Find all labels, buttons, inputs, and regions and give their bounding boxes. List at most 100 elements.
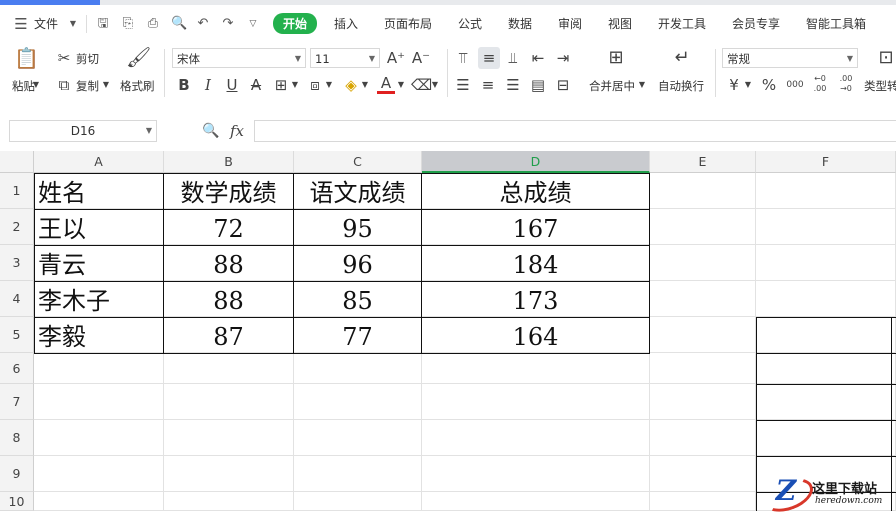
cell-d5[interactable]: 164 xyxy=(422,317,650,353)
cell-b5[interactable]: 87 xyxy=(164,317,294,353)
column-header-d[interactable]: D xyxy=(422,151,650,173)
cell-d3[interactable]: 184 xyxy=(422,245,650,281)
merge-center-icon[interactable]: ⊞ xyxy=(604,49,628,67)
paste-icon[interactable]: 📋 xyxy=(14,48,39,68)
redo-icon[interactable]: ↷ xyxy=(221,17,235,31)
increase-decimal-icon[interactable]: ←0 .00 xyxy=(810,74,830,94)
cell-e4[interactable] xyxy=(650,281,756,317)
cut-button[interactable]: 剪切 xyxy=(76,51,99,67)
tab-review[interactable]: 审阅 xyxy=(558,15,582,32)
cell-f4[interactable] xyxy=(756,281,896,317)
cell-a1[interactable]: 姓名 xyxy=(34,173,164,209)
increase-font-icon[interactable]: A⁺ xyxy=(386,49,406,67)
cell-f2[interactable] xyxy=(756,209,896,245)
cell-e1[interactable] xyxy=(650,173,756,209)
cell-a3[interactable]: 青云 xyxy=(34,245,164,281)
chevron-down-icon[interactable]: ▼ xyxy=(396,76,406,94)
row-header-9[interactable]: 9 xyxy=(0,456,34,492)
cell-a9[interactable] xyxy=(34,456,164,492)
cell-e9[interactable] xyxy=(650,456,756,492)
column-header-b[interactable]: B xyxy=(164,151,294,173)
tab-formulas[interactable]: 公式 xyxy=(458,15,482,32)
type-convert-icon[interactable]: ⊡ xyxy=(876,49,896,67)
print-preview-icon[interactable]: 🔍 xyxy=(171,17,187,31)
cell-c1[interactable]: 语文成绩 xyxy=(294,173,422,209)
tab-insert[interactable]: 插入 xyxy=(334,15,358,32)
cell-e5[interactable] xyxy=(650,317,756,353)
thousands-separator-icon[interactable]: 000 xyxy=(784,76,806,94)
row-header-1[interactable]: 1 xyxy=(0,173,34,209)
cell-a6[interactable] xyxy=(34,353,164,384)
cell-b6[interactable] xyxy=(164,353,294,384)
cell-b2[interactable]: 72 xyxy=(164,209,294,245)
tab-home[interactable]: 开始 xyxy=(273,13,318,34)
cell-a8[interactable] xyxy=(34,420,164,456)
hamburger-menu-icon[interactable]: ☰ xyxy=(14,17,28,32)
cell-a2[interactable]: 王以 xyxy=(34,209,164,245)
percent-icon[interactable]: % xyxy=(761,76,777,94)
decrease-font-icon[interactable]: A⁻ xyxy=(411,49,431,67)
chevron-down-icon[interactable]: ▼ xyxy=(324,76,334,94)
cell-d1[interactable]: 总成绩 xyxy=(422,173,650,209)
cell-c6[interactable] xyxy=(294,353,422,384)
wrap-text-button[interactable]: 自动换行 xyxy=(658,78,704,94)
cell-style-icon[interactable]: ⧈ xyxy=(306,76,324,94)
cell-a4[interactable]: 李木子 xyxy=(34,281,164,317)
cell-b3[interactable]: 88 xyxy=(164,245,294,281)
cell-c9[interactable] xyxy=(294,456,422,492)
cell-d4[interactable]: 173 xyxy=(422,281,650,317)
tab-page-layout[interactable]: 页面布局 xyxy=(384,15,432,32)
cell-d9[interactable] xyxy=(422,456,650,492)
font-color-icon[interactable]: A xyxy=(377,76,395,94)
cell-f1[interactable] xyxy=(756,173,896,209)
cell-d7[interactable] xyxy=(422,384,650,420)
cell-e7[interactable] xyxy=(650,384,756,420)
copy-button[interactable]: 复制 xyxy=(76,78,99,94)
cell-d6[interactable] xyxy=(422,353,650,384)
cell-d8[interactable] xyxy=(422,420,650,456)
cell-a7[interactable] xyxy=(34,384,164,420)
font-size-select[interactable]: 11 ▼ xyxy=(310,48,380,68)
customize-quick-access-icon[interactable]: ▽ xyxy=(246,17,260,31)
zoom-search-icon[interactable]: 🔍 xyxy=(202,122,219,140)
scissors-icon[interactable]: ✂ xyxy=(56,49,72,67)
cell-b4[interactable]: 88 xyxy=(164,281,294,317)
cell-a10[interactable] xyxy=(34,492,164,511)
cell-b10[interactable] xyxy=(164,492,294,511)
tab-smart-toolbox[interactable]: 智能工具箱 xyxy=(806,15,866,32)
chevron-down-icon[interactable]: ▼ xyxy=(637,76,647,94)
cell-c8[interactable] xyxy=(294,420,422,456)
formula-input[interactable] xyxy=(254,120,896,142)
insert-function-button[interactable]: fx xyxy=(227,122,247,140)
cell-c3[interactable]: 96 xyxy=(294,245,422,281)
chevron-down-icon[interactable]: ▼ xyxy=(360,76,370,94)
cell-e2[interactable] xyxy=(650,209,756,245)
tab-developer[interactable]: 开发工具 xyxy=(658,15,706,32)
align-middle-icon[interactable]: ≡ xyxy=(478,47,500,69)
cell-f6[interactable] xyxy=(756,353,896,384)
file-menu[interactable]: 文件 xyxy=(34,15,58,32)
row-header-2[interactable]: 2 xyxy=(0,209,34,245)
select-all-corner[interactable] xyxy=(0,151,34,173)
cell-f7[interactable] xyxy=(756,384,896,420)
row-header-8[interactable]: 8 xyxy=(0,420,34,456)
undo-icon[interactable]: ↶ xyxy=(196,17,210,31)
cell-c7[interactable] xyxy=(294,384,422,420)
tab-membership[interactable]: 会员专享 xyxy=(732,15,780,32)
distributed-align-icon[interactable]: ⊟ xyxy=(554,76,572,94)
cell-b8[interactable] xyxy=(164,420,294,456)
cell-c2[interactable]: 95 xyxy=(294,209,422,245)
cell-a5[interactable]: 李毅 xyxy=(34,317,164,353)
row-header-7[interactable]: 7 xyxy=(0,384,34,420)
cell-b9[interactable] xyxy=(164,456,294,492)
save-icon[interactable]: 🖫 xyxy=(96,17,110,31)
cell-e8[interactable] xyxy=(650,420,756,456)
chevron-down-icon[interactable]: ▼ xyxy=(430,76,440,94)
cell-c10[interactable] xyxy=(294,492,422,511)
cell-e6[interactable] xyxy=(650,353,756,384)
chevron-down-icon[interactable]: ▼ xyxy=(743,76,753,94)
justify-icon[interactable]: ▤ xyxy=(529,76,547,94)
fill-color-icon[interactable]: ◈ xyxy=(342,76,360,94)
italic-button[interactable]: I xyxy=(199,76,217,94)
tab-data[interactable]: 数据 xyxy=(508,15,532,32)
